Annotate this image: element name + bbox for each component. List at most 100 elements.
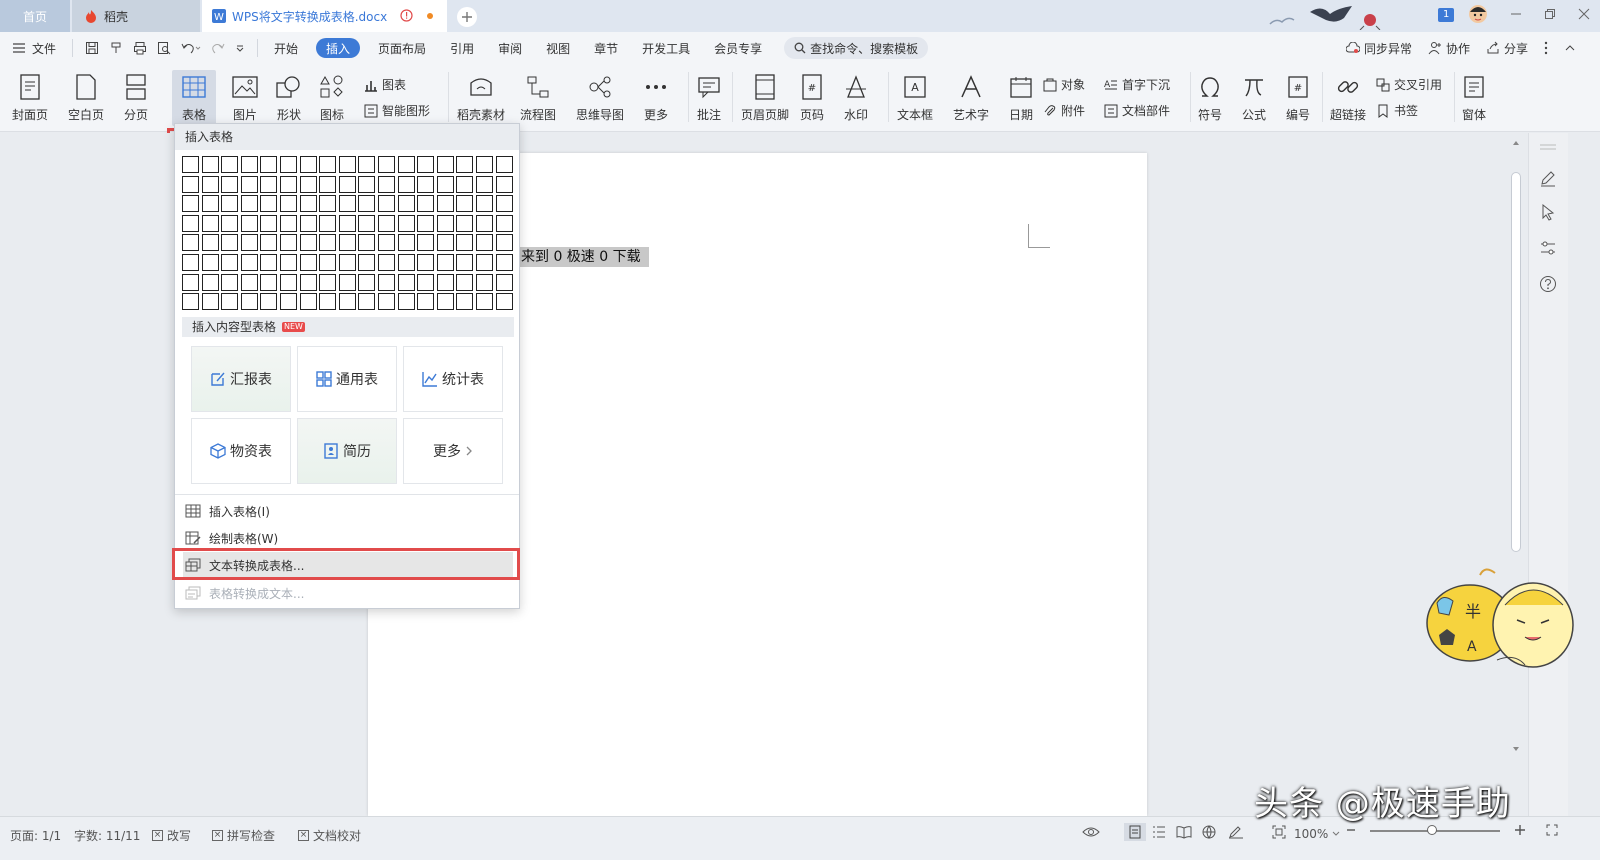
grid-cell[interactable] [475, 195, 493, 213]
overtype-toggle[interactable]: × 改写 [152, 827, 191, 844]
hyperlink-button[interactable]: 超链接 [1330, 70, 1366, 123]
grid-cell[interactable] [260, 214, 278, 232]
card-resume[interactable]: 简历 [297, 418, 397, 484]
grid-cell[interactable] [475, 253, 493, 271]
grid-cell[interactable] [495, 214, 513, 232]
card-statistics-table[interactable]: 统计表 [403, 346, 503, 412]
grid-cell[interactable] [377, 156, 395, 173]
zoom-in-icon[interactable] [1514, 824, 1526, 836]
grid-cell[interactable] [417, 253, 435, 271]
grid-cell[interactable] [240, 214, 258, 232]
grid-cell[interactable] [456, 195, 474, 213]
web-view-icon[interactable] [1202, 825, 1216, 839]
undo-icon[interactable] [181, 41, 201, 55]
grid-cell[interactable] [299, 156, 317, 173]
grid-cell[interactable] [417, 273, 435, 291]
comment-button[interactable]: 批注 [697, 70, 721, 123]
grid-cell[interactable] [495, 175, 513, 193]
grid-cell[interactable] [221, 273, 239, 291]
help-icon[interactable] [1539, 275, 1557, 293]
command-search[interactable]: 查找命令、搜索模板 [784, 37, 929, 59]
grid-cell[interactable] [417, 195, 435, 213]
grid-cell[interactable] [279, 156, 297, 173]
grid-cell[interactable] [495, 253, 513, 271]
grid-cell[interactable] [260, 273, 278, 291]
new-tab-button[interactable] [457, 7, 477, 27]
grid-cell[interactable] [201, 195, 219, 213]
grid-cell[interactable] [201, 156, 219, 173]
grid-cell[interactable] [358, 253, 376, 271]
grid-cell[interactable] [319, 214, 337, 232]
grid-cell[interactable] [436, 195, 454, 213]
pen-icon[interactable] [1539, 169, 1557, 187]
grid-cell[interactable] [299, 195, 317, 213]
fit-page-icon[interactable] [1272, 825, 1286, 839]
format-painter-icon[interactable] [109, 41, 123, 55]
file-menu[interactable]: 文件 [0, 32, 68, 64]
grid-cell[interactable] [436, 293, 454, 311]
grid-cell[interactable] [436, 253, 454, 271]
grid-cell[interactable] [299, 293, 317, 311]
grid-cell[interactable] [338, 293, 356, 311]
zoom-out-icon[interactable] [1346, 824, 1356, 836]
grid-cell[interactable] [260, 156, 278, 173]
grid-cell[interactable] [221, 234, 239, 252]
collapse-ribbon-icon[interactable] [1564, 42, 1576, 54]
grid-cell[interactable] [182, 253, 199, 271]
menu-member[interactable]: 会员专享 [702, 32, 774, 64]
grid-cell[interactable] [338, 273, 356, 291]
grid-cell[interactable] [377, 273, 395, 291]
grid-cell[interactable] [495, 234, 513, 252]
grid-cell[interactable] [279, 234, 297, 252]
grid-cell[interactable] [319, 175, 337, 193]
grid-cell[interactable] [475, 234, 493, 252]
writing-mode-icon[interactable] [1228, 825, 1244, 839]
table-size-grid[interactable] [182, 156, 513, 311]
grid-cell[interactable] [221, 293, 239, 311]
grid-cell[interactable] [417, 234, 435, 252]
grid-cell[interactable] [240, 175, 258, 193]
grid-cell[interactable] [475, 175, 493, 193]
grid-cell[interactable] [456, 156, 474, 173]
sliders-icon[interactable] [1539, 239, 1557, 257]
grid-cell[interactable] [260, 293, 278, 311]
grid-cell[interactable] [240, 253, 258, 271]
redo-icon[interactable] [211, 41, 225, 55]
grid-cell[interactable] [475, 273, 493, 291]
grid-cell[interactable] [358, 175, 376, 193]
close-icon[interactable] [1578, 8, 1590, 20]
grid-cell[interactable] [417, 156, 435, 173]
grid-cell[interactable] [377, 293, 395, 311]
menu-insert[interactable]: 插入 [316, 38, 361, 58]
docparts-button[interactable]: 文档部件 [1104, 102, 1170, 119]
attachment-button[interactable]: 附件 [1043, 102, 1085, 119]
grid-cell[interactable] [260, 175, 278, 193]
menu-view[interactable]: 视图 [534, 32, 582, 64]
grid-cell[interactable] [377, 214, 395, 232]
grid-cell[interactable] [338, 234, 356, 252]
zoom-slider-knob[interactable] [1427, 825, 1438, 835]
menu-references[interactable]: 引用 [438, 32, 486, 64]
grid-cell[interactable] [221, 156, 239, 173]
menu-developer[interactable]: 开发工具 [630, 32, 702, 64]
bookmark-button[interactable]: 书签 [1376, 102, 1418, 119]
grid-cell[interactable] [456, 214, 474, 232]
grid-cell[interactable] [456, 273, 474, 291]
panel-collapse-icon[interactable] [1539, 143, 1557, 151]
date-button[interactable]: 日期 [1009, 70, 1033, 123]
zoom-level[interactable]: 100% [1294, 827, 1340, 841]
menu-section[interactable]: 章节 [582, 32, 630, 64]
grid-cell[interactable] [201, 273, 219, 291]
wordart-button[interactable]: 艺术字 [953, 70, 989, 123]
warning-icon[interactable] [400, 9, 413, 22]
grid-cell[interactable] [260, 195, 278, 213]
grid-cell[interactable] [397, 234, 415, 252]
grid-cell[interactable] [319, 234, 337, 252]
scroll-up-icon[interactable] [1512, 140, 1520, 146]
grid-cell[interactable] [436, 234, 454, 252]
grid-cell[interactable] [417, 175, 435, 193]
flowchart-button[interactable]: 流程图 [520, 70, 556, 123]
grid-cell[interactable] [221, 175, 239, 193]
card-report-table[interactable]: 汇报表 [191, 346, 291, 412]
vertical-scrollbar[interactable] [1508, 140, 1526, 816]
